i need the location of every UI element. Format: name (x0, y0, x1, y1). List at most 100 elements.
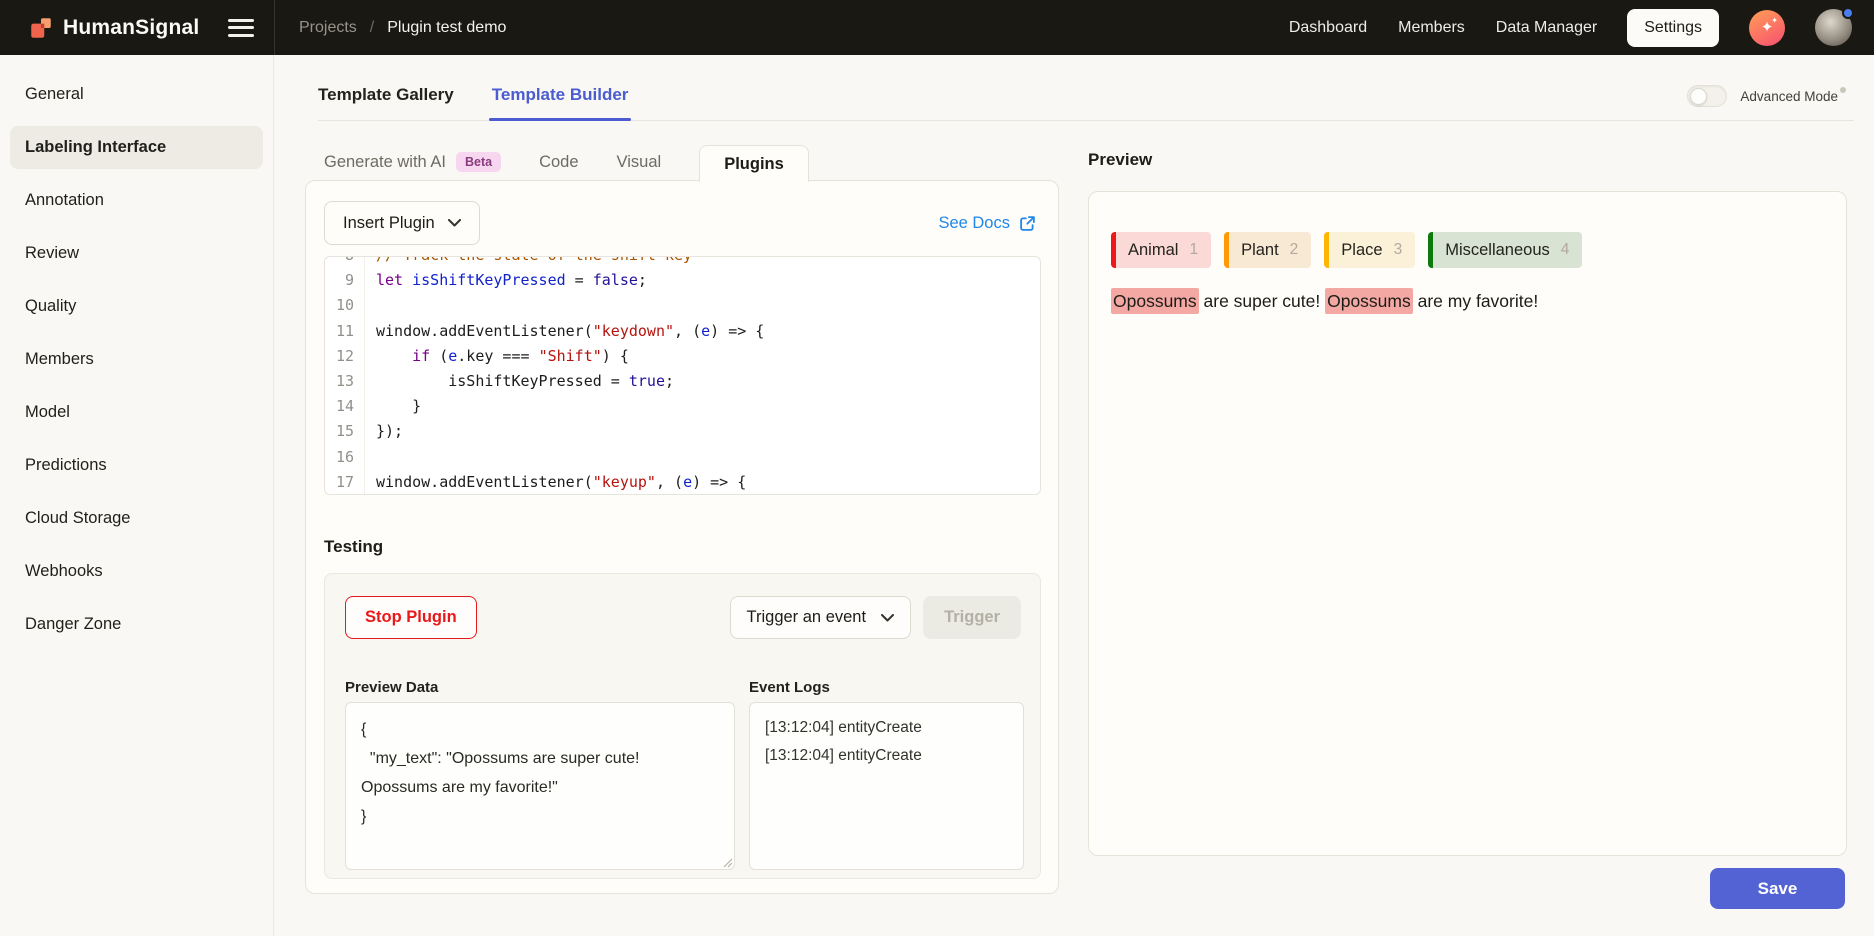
code-token: isShiftKeyPressed = (376, 372, 629, 390)
highlighted-span: Opossums (1325, 288, 1413, 314)
code-token: , ( (656, 473, 683, 491)
label-chip-animal[interactable]: Animal1 (1111, 232, 1211, 268)
event-log-entry: [13:12:04] entityCreate (765, 742, 1008, 770)
label-chip-plant[interactable]: Plant2 (1224, 232, 1311, 268)
code-line-12: 12 if (e.key === "Shift") { (325, 344, 1040, 369)
code-token: e (683, 473, 692, 491)
label-hotkey: 3 (1394, 241, 1403, 259)
label-color-bar (1224, 232, 1229, 268)
code-token: ) => { (692, 473, 746, 491)
chevron-down-icon (448, 219, 461, 227)
code-token: e (701, 322, 710, 340)
highlighted-span: Opossums (1111, 288, 1199, 314)
event-log-entry: [13:12:04] entityCreate (765, 714, 1008, 742)
hamburger-menu-icon[interactable] (228, 14, 254, 41)
preview-text[interactable]: Opossums are super cute! Opossums are my… (1111, 288, 1538, 315)
nav-link-members[interactable]: Members (1398, 19, 1465, 37)
code-token: ; (638, 271, 647, 289)
subtab-generate-with-ai[interactable]: Generate with AI Beta (324, 152, 501, 181)
subtab-plugins[interactable]: Plugins (699, 145, 809, 182)
tab-template-gallery[interactable]: Template Gallery (318, 85, 454, 105)
sidebar-item-cloud-storage[interactable]: Cloud Storage (10, 497, 263, 540)
text-segment: are super cute! (1199, 291, 1325, 311)
stop-plugin-button[interactable]: Stop Plugin (345, 596, 477, 639)
sidebar-item-model[interactable]: Model (10, 391, 263, 434)
breadcrumb-projects[interactable]: Projects (299, 19, 357, 37)
preview-panel: Animal1 Plant2 Place3 Miscellaneous 4 Opossu… (1088, 191, 1847, 856)
code-token: "Shift" (539, 347, 602, 365)
code-line-11: 11window.addEventListener("keydown", (e)… (325, 319, 1040, 344)
see-docs-link[interactable]: See Docs (938, 201, 1036, 245)
sidebar-item-review[interactable]: Review (10, 232, 263, 275)
trigger-button[interactable]: Trigger (923, 596, 1021, 639)
code-text: isShiftKeyPressed = true; (365, 369, 674, 394)
brand-logo[interactable]: HumanSignal (28, 15, 199, 41)
insert-plugin-button[interactable]: Insert Plugin (324, 201, 480, 245)
sidebar-item-danger-zone[interactable]: Danger Zone (10, 603, 263, 646)
code-token: // Track the state of the shift key (376, 256, 692, 264)
label-hotkey: 4 (1561, 241, 1570, 259)
code-text: window.addEventListener("keyup", (e) => … (365, 470, 746, 495)
advanced-mode-label: Advanced Mode (1740, 89, 1838, 104)
code-token: ) => { (710, 322, 764, 340)
code-token: window.addEventListener( (376, 473, 593, 491)
label-chips: Animal1 Plant2 Place3 Miscellaneous 4 (1111, 232, 1582, 268)
sidebar-item-webhooks[interactable]: Webhooks (10, 550, 263, 593)
sidebar-menu: General Labeling Interface Annotation Revie… (0, 73, 273, 646)
code-line-10: 10 (325, 293, 1040, 318)
breadcrumb-separator: / (370, 19, 374, 37)
code-line-15: 15}); (325, 419, 1040, 444)
code-text: window.addEventListener("keydown", (e) =… (365, 319, 764, 344)
label-color-bar (1428, 232, 1433, 268)
tab-template-builder[interactable]: Template Builder (492, 85, 629, 105)
code-token: if (412, 347, 430, 365)
testing-panel: Stop Plugin Trigger an event Trigger Pre… (324, 573, 1041, 879)
subtab-visual[interactable]: Visual (617, 153, 662, 181)
breadcrumb-current-project: Plugin test demo (387, 19, 506, 37)
code-token: "keydown" (593, 322, 674, 340)
sidebar-item-general[interactable]: General (10, 73, 263, 116)
save-button[interactable]: Save (1710, 868, 1845, 909)
sidebar-item-members[interactable]: Members (10, 338, 263, 381)
line-number: 16 (325, 445, 365, 470)
code-text (365, 293, 376, 318)
code-editor[interactable]: 8// Track the state of the shift key9let… (324, 256, 1041, 495)
label-chip-place[interactable]: Place3 (1324, 232, 1415, 268)
resize-handle-icon[interactable] (723, 858, 733, 868)
code-token: ) { (602, 347, 629, 365)
settings-button[interactable]: Settings (1627, 9, 1719, 47)
label-color-bar (1111, 232, 1116, 268)
label-name: Animal (1128, 241, 1178, 260)
settings-sidebar: General Labeling Interface Annotation Revie… (0, 55, 274, 936)
nav-link-data-manager[interactable]: Data Manager (1496, 19, 1597, 37)
code-token: = (566, 271, 593, 289)
beta-badge: Beta (456, 152, 501, 172)
preview-heading: Preview (1088, 150, 1152, 170)
code-line-14: 14 } (325, 394, 1040, 419)
sidebar-item-predictions[interactable]: Predictions (10, 444, 263, 487)
line-number: 11 (325, 319, 365, 344)
topbar: HumanSignal Projects / Plugin test demo … (0, 0, 1874, 55)
trigger-event-select[interactable]: Trigger an event (730, 596, 912, 639)
preview-data-input[interactable]: { "my_text": "Opossums are super cute! O… (345, 702, 735, 870)
topbar-left: HumanSignal (0, 14, 274, 41)
sidebar-item-labeling-interface[interactable]: Labeling Interface (10, 126, 263, 169)
subtab-code[interactable]: Code (539, 153, 578, 181)
line-number: 15 (325, 419, 365, 444)
advanced-mode-toggle[interactable] (1687, 85, 1727, 107)
sidebar-item-quality[interactable]: Quality (10, 285, 263, 328)
sparkle-small-icon: ✦ (1771, 16, 1778, 25)
code-line-13: 13 isShiftKeyPressed = true; (325, 369, 1040, 394)
label-name: Miscellaneous (1445, 241, 1550, 260)
label-chip-miscellaneous[interactable]: Miscellaneous 4 (1428, 232, 1582, 268)
advanced-mode-hint-icon (1840, 87, 1846, 93)
ai-assistant-button[interactable]: ✦ ✦ (1749, 10, 1785, 46)
code-text (365, 445, 376, 470)
nav-link-dashboard[interactable]: Dashboard (1289, 19, 1367, 37)
sidebar-item-annotation[interactable]: Annotation (10, 179, 263, 222)
code-token: .key === (457, 347, 538, 365)
label-color-bar (1324, 232, 1329, 268)
code-text: if (e.key === "Shift") { (365, 344, 629, 369)
code-token: ; (665, 372, 674, 390)
user-avatar[interactable] (1815, 9, 1852, 46)
